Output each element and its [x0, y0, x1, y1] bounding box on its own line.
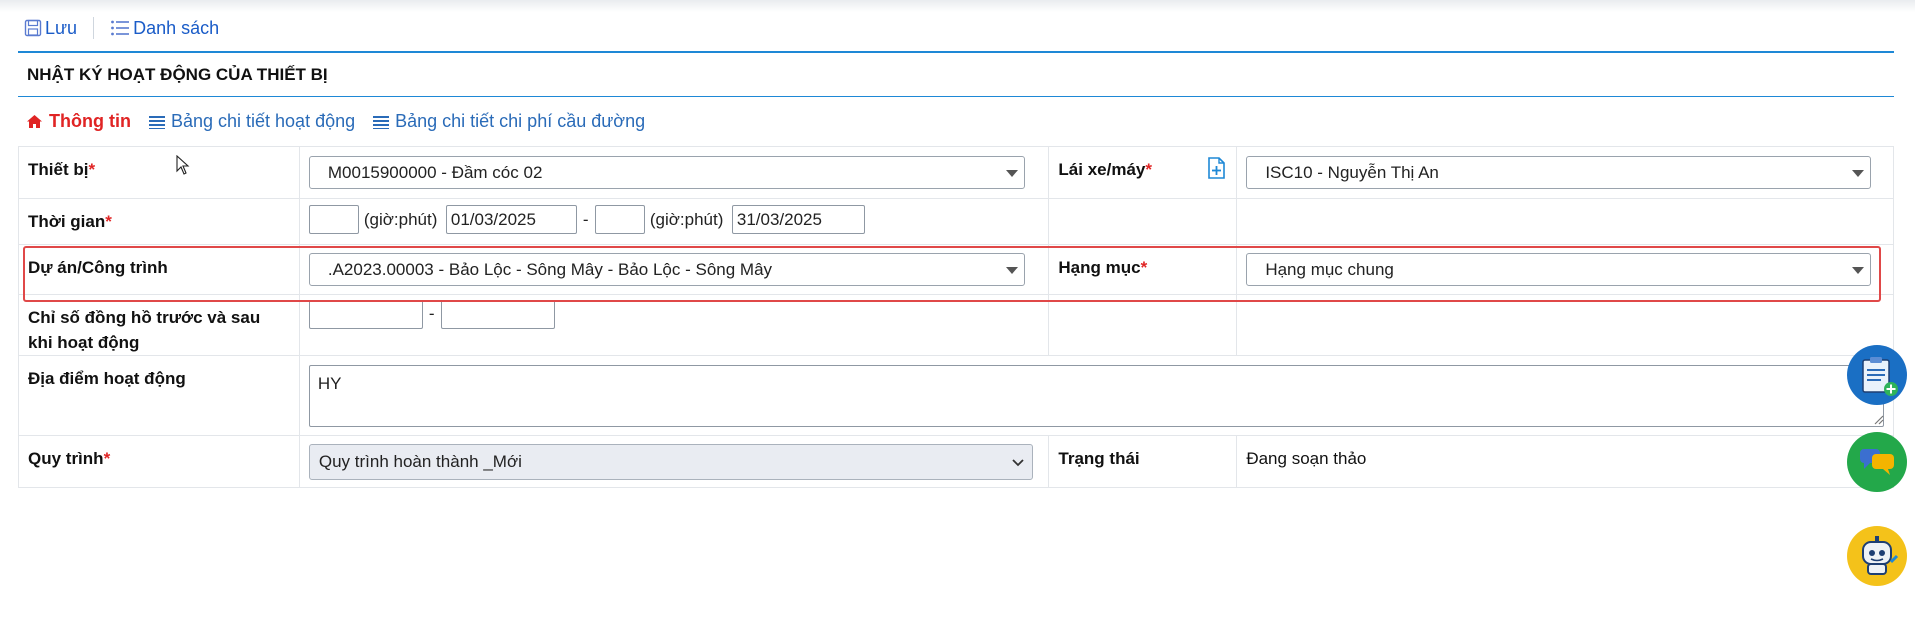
device-label: Thiết bị: [28, 160, 89, 179]
save-label: Lưu: [45, 17, 78, 38]
header-divider-top: [18, 51, 1894, 53]
robot-assistant-button[interactable]: [1847, 526, 1907, 586]
toolbar-divider: [93, 17, 95, 39]
page-title: NHẬT KÝ HOẠT ĐỘNG CỦA THIẾT BỊ: [27, 65, 328, 84]
required-mark: *: [88, 160, 96, 179]
range-separator: -: [428, 304, 435, 323]
driver-select[interactable]: ISC10 - Nguyễn Thị An: [1246, 156, 1872, 189]
required-mark: *: [105, 212, 112, 231]
robot-icon: [1862, 536, 1899, 575]
chat-button[interactable]: [1847, 432, 1907, 492]
project-value: .A2023.00003 - Bảo Lộc - Sông Mây - Bảo …: [327, 259, 773, 279]
tab-activity-label: Bảng chi tiết hoạt động: [170, 111, 356, 131]
time-label: Thời gian: [28, 212, 106, 231]
required-mark: *: [1145, 160, 1152, 179]
row-project: Dự án/Công trình .A2023.00003 - Bảo Lộc …: [18, 244, 1894, 295]
start-date-input[interactable]: 01/03/2025: [445, 205, 577, 234]
chevron-down-icon: [1852, 267, 1865, 274]
chevron-down-icon: [1005, 170, 1018, 177]
item-value: Hạng mục chung: [1265, 259, 1394, 279]
workflow-value: Quy trình hoàn thành _Mới: [318, 452, 522, 471]
time-unit-label: (giờ:phút): [363, 210, 438, 229]
top-shadow-bar: [0, 0, 1915, 12]
tab-info[interactable]: Thông tin: [26, 111, 131, 132]
meter-after-input[interactable]: [440, 300, 555, 329]
row-time: Thời gian* (giờ:phút) 01/03/2025 - (giờ:…: [18, 198, 1894, 245]
row-device: Thiết bị* M0015900000 - Đầm cóc 02 Lái x…: [18, 146, 1894, 199]
status-value: Đang soạn thảo: [1246, 449, 1367, 468]
required-mark: *: [1140, 258, 1148, 277]
resize-handle-icon[interactable]: [1872, 413, 1884, 425]
meter-label-line2: khi hoạt động: [28, 333, 140, 352]
list-icon: [373, 115, 390, 129]
location-label: Địa điểm hoạt động: [28, 369, 186, 388]
project-label: Dự án/Công trình: [28, 258, 168, 277]
end-time-input[interactable]: [594, 205, 645, 234]
workflow-select[interactable]: Quy trình hoàn thành _Mới: [308, 444, 1033, 480]
tab-toll-costs[interactable]: Bảng chi tiết chi phí cầu đường: [373, 111, 645, 132]
list-label: Danh sách: [133, 17, 220, 38]
home-icon: [27, 115, 42, 128]
time-unit-label: (giờ:phút): [649, 210, 724, 229]
driver-label: Lái xe/máy: [1058, 160, 1146, 179]
tab-toll-label: Bảng chi tiết chi phí cầu đường: [395, 111, 646, 131]
chat-icon: [1860, 449, 1894, 475]
list-icon: [111, 20, 130, 36]
chevron-down-icon: [1005, 267, 1018, 274]
meter-before-input[interactable]: [308, 300, 423, 329]
device-value: M0015900000 - Đầm cóc 02: [327, 162, 543, 182]
location-textarea[interactable]: HY: [308, 365, 1884, 427]
device-select[interactable]: M0015900000 - Đầm cóc 02: [308, 156, 1025, 189]
workflow-label: Quy trình: [28, 449, 104, 468]
tab-info-label: Thông tin: [49, 111, 131, 131]
required-mark: *: [103, 449, 111, 468]
chevron-down-icon: [1012, 459, 1024, 467]
header-divider-bottom: [18, 96, 1894, 97]
range-separator: -: [582, 210, 589, 229]
status-label: Trạng thái: [1058, 449, 1140, 468]
tab-activity-details[interactable]: Bảng chi tiết hoạt động: [148, 111, 356, 132]
chevron-down-icon: [1852, 170, 1865, 177]
item-select[interactable]: Hạng mục chung: [1246, 253, 1872, 286]
save-button[interactable]: Lưu: [24, 18, 77, 39]
add-file-icon[interactable]: [1207, 157, 1226, 179]
tab-bar: Thông tin Bảng chi tiết hoạt động Bảng c…: [26, 111, 663, 132]
list-button[interactable]: Danh sách: [110, 18, 219, 39]
row-workflow: Quy trình* Quy trình hoàn thành _Mới Trạ…: [18, 435, 1894, 488]
driver-value: ISC10 - Nguyễn Thị An: [1265, 162, 1439, 182]
project-select[interactable]: .A2023.00003 - Bảo Lộc - Sông Mây - Bảo …: [308, 253, 1025, 286]
end-date-input[interactable]: 31/03/2025: [731, 205, 865, 234]
location-value: HY: [317, 374, 342, 393]
cursor-icon: [176, 155, 190, 175]
list-icon: [148, 115, 165, 129]
save-icon: [24, 19, 42, 37]
meter-label-line1: Chỉ số đồng hồ trước và sau: [28, 308, 261, 327]
toolbar: Lưu Danh sách: [24, 14, 219, 42]
start-time-input[interactable]: [308, 205, 359, 234]
activity-form: Thiết bị* M0015900000 - Đầm cóc 02 Lái x…: [18, 146, 1895, 488]
add-note-button[interactable]: [1847, 345, 1907, 405]
row-location: Địa điểm hoạt động HY: [18, 355, 1895, 436]
clipboard-add-icon: [1862, 357, 1898, 396]
item-label: Hạng mục: [1058, 258, 1141, 277]
row-meter: Chỉ số đồng hồ trước và sau khi hoạt động…: [18, 294, 1894, 356]
